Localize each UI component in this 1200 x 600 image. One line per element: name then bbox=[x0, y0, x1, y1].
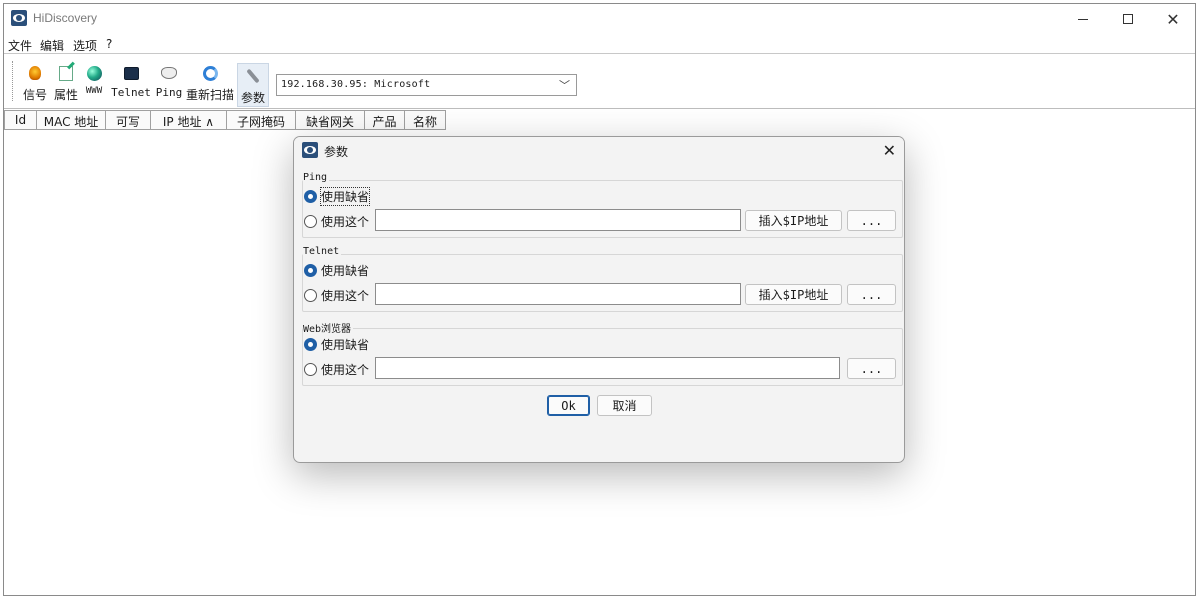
radio-checked-icon bbox=[304, 263, 317, 277]
ping-label: Ping bbox=[155, 86, 183, 99]
telnet-group-label: Telnet bbox=[303, 246, 342, 257]
menu-file[interactable]: 文件 bbox=[8, 37, 32, 54]
web-default-label: 使用缺省 bbox=[321, 337, 370, 352]
app-eye-icon bbox=[302, 142, 318, 158]
properties-button[interactable]: 属性 bbox=[52, 61, 80, 105]
app-eye-icon bbox=[11, 10, 27, 26]
column-subnet[interactable]: 子网掩码 bbox=[227, 110, 296, 130]
parameters-button[interactable]: 参数 bbox=[237, 63, 269, 107]
telnet-custom-radio[interactable]: 使用这个 bbox=[304, 286, 369, 304]
web-browser-group: Web浏览器 使用缺省 使用这个 ... bbox=[302, 320, 903, 386]
www-button[interactable]: WWW bbox=[82, 61, 106, 105]
properties-label: 属性 bbox=[53, 88, 78, 102]
maximize-button[interactable] bbox=[1105, 4, 1151, 34]
close-icon: ✕ bbox=[1166, 9, 1180, 29]
properties-icon bbox=[57, 64, 75, 82]
web-custom-radio[interactable]: 使用这个 bbox=[304, 360, 369, 378]
web-browser-group-label: Web浏览器 bbox=[303, 320, 354, 335]
signal-icon bbox=[26, 64, 44, 82]
ping-default-label: 使用缺省 bbox=[319, 186, 371, 206]
dialog-title: 参数 bbox=[324, 145, 349, 159]
menu-help[interactable]: ? bbox=[106, 37, 112, 51]
telnet-custom-label: 使用这个 bbox=[321, 288, 370, 303]
ping-group: Ping 使用缺省 使用这个 插入$IP地址 ... bbox=[302, 172, 903, 238]
www-label: WWW bbox=[85, 86, 103, 96]
toolbar-grip[interactable] bbox=[12, 61, 14, 101]
cancel-button[interactable]: 取消 bbox=[597, 395, 652, 416]
radio-checked-icon bbox=[304, 189, 317, 203]
radio-unchecked-icon bbox=[304, 214, 317, 228]
telnet-command-input[interactable] bbox=[375, 283, 741, 305]
column-name[interactable]: 名称 bbox=[405, 110, 446, 130]
web-custom-label: 使用这个 bbox=[321, 362, 370, 377]
ping-group-label: Ping bbox=[303, 172, 330, 183]
rescan-label: 重新扫描 bbox=[185, 88, 234, 102]
radio-unchecked-icon bbox=[304, 288, 317, 302]
dialog-close-icon[interactable]: ✕ bbox=[883, 141, 896, 160]
column-product[interactable]: 产品 bbox=[365, 110, 405, 130]
telnet-icon bbox=[122, 64, 140, 82]
maximize-icon bbox=[1123, 14, 1133, 24]
globe-icon bbox=[85, 64, 103, 82]
signal-label: 信号 bbox=[22, 88, 47, 102]
web-browse-button[interactable]: ... bbox=[847, 358, 896, 379]
ping-insert-ip-button[interactable]: 插入$IP地址 bbox=[745, 210, 842, 231]
minimize-button[interactable] bbox=[1060, 4, 1106, 34]
close-button[interactable]: ✕ bbox=[1150, 4, 1196, 34]
column-ip[interactable]: IP 地址 ∧ bbox=[151, 110, 227, 130]
column-writable[interactable]: 可写 bbox=[106, 110, 151, 130]
interface-select[interactable]: 192.168.30.95: Microsoft ﹀ bbox=[276, 74, 577, 96]
window-title: HiDiscovery bbox=[33, 11, 98, 25]
telnet-button[interactable]: Telnet bbox=[109, 61, 153, 105]
dialog-title-bar: 参数 ✕ bbox=[294, 137, 904, 165]
ping-button[interactable]: Ping bbox=[154, 61, 184, 105]
web-browser-command-input[interactable] bbox=[375, 357, 840, 379]
telnet-insert-ip-button[interactable]: 插入$IP地址 bbox=[745, 284, 842, 305]
ping-browse-button[interactable]: ... bbox=[847, 210, 896, 231]
column-mac[interactable]: MAC 地址 bbox=[37, 110, 106, 130]
chevron-down-icon: ﹀ bbox=[559, 79, 570, 92]
parameters-label: 参数 bbox=[240, 91, 265, 105]
rescan-button[interactable]: 重新扫描 bbox=[184, 61, 236, 105]
ping-command-input[interactable] bbox=[375, 209, 741, 231]
ping-icon bbox=[160, 64, 178, 82]
signal-button[interactable]: 信号 bbox=[21, 61, 49, 105]
web-default-radio[interactable]: 使用缺省 bbox=[304, 335, 369, 353]
ok-button[interactable]: Ok bbox=[547, 395, 590, 416]
ping-custom-label: 使用这个 bbox=[321, 214, 370, 229]
interface-select-value: 192.168.30.95: Microsoft bbox=[281, 79, 431, 90]
telnet-label: Telnet bbox=[111, 86, 151, 99]
minimize-icon bbox=[1078, 18, 1088, 20]
column-id[interactable]: Id bbox=[4, 110, 37, 130]
column-gateway[interactable]: 缺省网关 bbox=[296, 110, 365, 130]
radio-unchecked-icon bbox=[304, 362, 317, 376]
parameters-dialog: 参数 ✕ Ping 使用缺省 使用这个 插入$IP地址 ... Telnet 使… bbox=[293, 136, 905, 463]
telnet-browse-button[interactable]: ... bbox=[847, 284, 896, 305]
ping-custom-radio[interactable]: 使用这个 bbox=[304, 212, 369, 230]
radio-checked-icon bbox=[304, 337, 317, 351]
title-bar: HiDiscovery ✕ bbox=[4, 4, 1195, 34]
telnet-default-label: 使用缺省 bbox=[321, 263, 370, 278]
menu-bar: 文件 编辑 选项 ? bbox=[4, 34, 1195, 54]
menu-edit[interactable]: 编辑 bbox=[40, 37, 64, 54]
rescan-icon bbox=[201, 64, 219, 82]
menu-options[interactable]: 选项 bbox=[73, 37, 97, 54]
telnet-group: Telnet 使用缺省 使用这个 插入$IP地址 ... bbox=[302, 246, 903, 312]
telnet-default-radio[interactable]: 使用缺省 bbox=[304, 261, 369, 279]
device-table-header: Id MAC 地址 可写 IP 地址 ∧ 子网掩码 缺省网关 产品 名称 bbox=[4, 110, 446, 130]
ping-default-radio[interactable]: 使用缺省 bbox=[304, 186, 371, 206]
toolbar: 信号 属性 WWW Telnet Ping 重新扫描 参数 192.168.30… bbox=[4, 55, 1195, 109]
wrench-icon bbox=[244, 67, 262, 85]
